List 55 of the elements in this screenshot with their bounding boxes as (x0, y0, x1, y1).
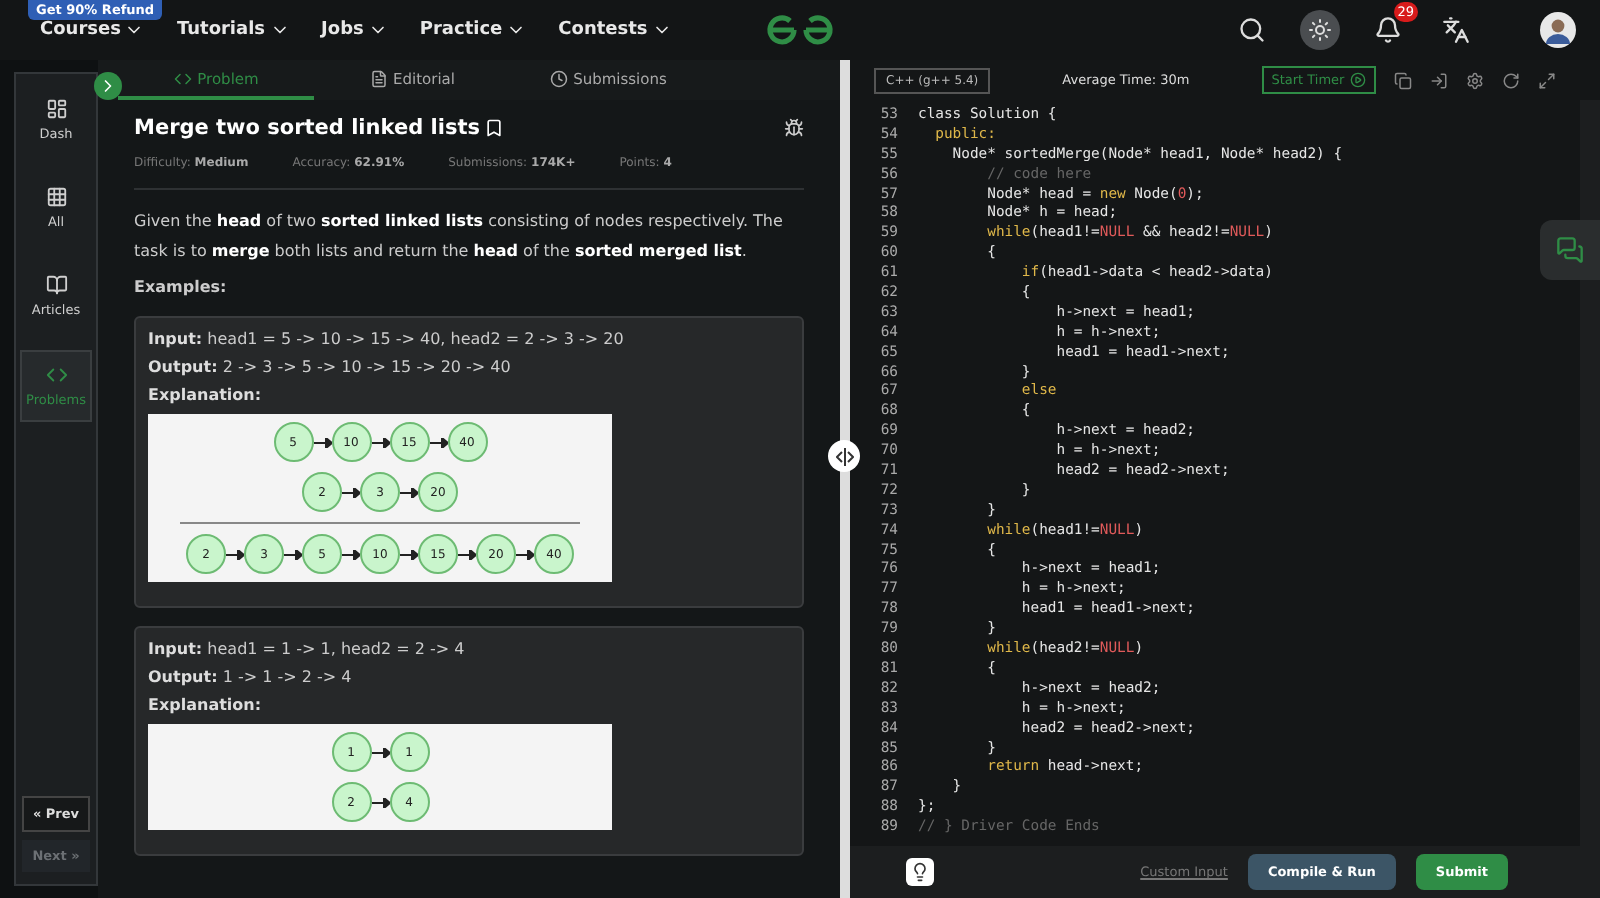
arrow-icon (371, 437, 389, 447)
problem-title: Merge two sorted linked lists (134, 116, 480, 140)
explanation-label: Explanation: (148, 386, 264, 404)
code-icon (45, 364, 67, 386)
nav-menu[interactable]: Practice (419, 20, 527, 40)
bug-icon[interactable] (784, 118, 804, 138)
logo-icon[interactable] (764, 12, 836, 48)
arrow-icon (342, 549, 360, 559)
output-text: Output: 2 -> 3 -> 5 -> 10 -> 15 -> 20 -> 40 (148, 358, 513, 376)
clock-icon (549, 69, 568, 87)
settings-icon[interactable] (1466, 71, 1485, 89)
arrow-icon (400, 549, 418, 559)
nav-menu[interactable]: Courses (40, 20, 145, 40)
arrow-icon (458, 549, 476, 559)
input-text: Input: head1 = 1 -> 1, head2 = 2 -> 4 (148, 640, 467, 658)
description: Given the head of two sorted linked lists consisting of nodes respectively. The task is to merge both lists and return the head of the sorted merged list. (134, 210, 785, 264)
expand-button[interactable] (94, 72, 122, 100)
grid-icon (45, 186, 67, 208)
sun-icon (1308, 18, 1332, 42)
lightbulb-icon (910, 862, 930, 882)
reset-icon[interactable] (1502, 71, 1521, 89)
arrow-icon (371, 797, 389, 807)
fullscreen-icon[interactable] (1538, 71, 1557, 89)
arrow-icon (284, 549, 302, 559)
dashboard-icon (45, 98, 67, 120)
split-icon (835, 447, 853, 465)
search-icon (1238, 16, 1266, 44)
arrow-icon (371, 747, 389, 757)
document-icon (369, 69, 388, 87)
output-text: Output: 1 -> 1 -> 2 -> 4 (148, 668, 354, 686)
avatar[interactable] (1540, 12, 1576, 48)
bell-icon (1374, 16, 1402, 44)
input-text: Input: head1 = 5 -> 10 -> 15 -> 40, head2 = 2 -> 3 -> 20 (148, 330, 626, 348)
nav-menu[interactable]: Tutorials (176, 20, 290, 40)
code-icon (173, 69, 192, 87)
chat-button[interactable] (1540, 220, 1600, 280)
copy-icon[interactable] (1394, 71, 1413, 89)
theme-toggle-button[interactable] (1300, 10, 1340, 50)
arrow-icon (313, 437, 331, 447)
arrow-icon (429, 437, 447, 447)
explanation-label: Explanation: (148, 696, 264, 714)
examples-heading: Examples: (134, 278, 229, 296)
nav-menu[interactable]: Jobs (321, 20, 388, 40)
chat-icon (1556, 236, 1584, 264)
bookmark-icon[interactable] (483, 118, 504, 138)
arrow-icon (226, 549, 244, 559)
arrow-icon (516, 549, 534, 559)
arrow-icon (400, 487, 418, 497)
nav-menu[interactable]: Contests (558, 20, 672, 40)
play-icon (1350, 72, 1367, 88)
book-icon (45, 274, 67, 296)
arrow-icon (342, 487, 360, 497)
export-icon[interactable] (1430, 71, 1449, 89)
hint-button[interactable] (906, 858, 934, 886)
translate-icon (1442, 16, 1470, 44)
